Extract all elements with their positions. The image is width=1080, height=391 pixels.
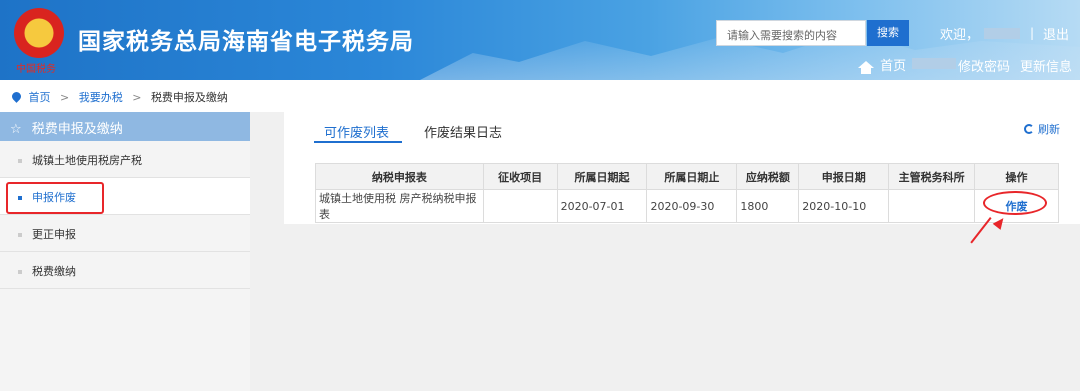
masked-username xyxy=(984,28,1020,39)
refresh-button[interactable]: 刷新 xyxy=(1024,121,1060,137)
masked-info xyxy=(912,58,956,69)
bullet-icon xyxy=(18,270,22,274)
table-header-row: 纳税申报表 征收项目 所属日期起 所属日期止 应纳税额 申报日期 主管税务科所 … xyxy=(315,163,1059,190)
tab-void-log[interactable]: 作废结果日志 xyxy=(424,122,502,141)
search-button[interactable]: 搜索 xyxy=(867,20,909,46)
tab-voidable-list[interactable]: 可作废列表 xyxy=(324,122,389,141)
sidebar-item-payment[interactable]: 税费缴纳 xyxy=(0,252,250,289)
col-action: 操作 xyxy=(974,163,1059,190)
cell-date-to: 2020-09-30 xyxy=(646,189,738,223)
tax-emblem-icon xyxy=(14,8,64,58)
welcome-text: 欢迎， xyxy=(940,28,980,43)
voidable-table: 纳税申报表 征收项目 所属日期起 所属日期止 应纳税额 申报日期 主管税务科所 … xyxy=(315,163,1059,223)
col-date-from: 所属日期起 xyxy=(556,163,648,190)
home-icon xyxy=(858,61,874,74)
change-password-link[interactable]: 修改密码 xyxy=(958,56,1010,75)
home-label: 首页 xyxy=(880,59,907,74)
update-info-link[interactable]: 更新信息 xyxy=(1020,56,1072,75)
cell-office xyxy=(888,189,976,223)
sidebar-item-label: 城镇土地使用税房产税 xyxy=(32,154,142,167)
sidebar-title: 税费申报及缴纳 xyxy=(31,122,123,137)
breadcrumb-home[interactable]: 首页 xyxy=(29,91,51,104)
breadcrumb-arrow: > xyxy=(60,91,70,104)
col-item: 征收项目 xyxy=(482,163,558,190)
refresh-label: 刷新 xyxy=(1038,123,1060,136)
cell-action: 作废 xyxy=(974,189,1059,223)
sidebar-header[interactable]: ☆ 税费申报及缴纳 xyxy=(0,112,250,141)
breadcrumb-level1[interactable]: 我要办税 xyxy=(79,91,123,104)
breadcrumb-current: 税费申报及缴纳 xyxy=(150,91,228,104)
sidebar-item-label: 税费缴纳 xyxy=(32,265,76,278)
site-title: 国家税务总局海南省电子税务局 xyxy=(78,29,414,55)
sidebar-item-land-tax[interactable]: 城镇土地使用税房产税 xyxy=(0,141,250,178)
table-row: 城镇土地使用税 房产税纳税申报表 2020-07-01 2020-09-30 1… xyxy=(315,189,1059,223)
col-office: 主管税务科所 xyxy=(888,163,976,190)
location-pin-icon xyxy=(10,90,23,103)
sidebar-item-correction[interactable]: 更正申报 xyxy=(0,215,250,252)
sidebar-highlight-annotation xyxy=(6,182,104,214)
col-tax: 应纳税额 xyxy=(736,163,800,190)
site-header: 中国税务 国家税务总局海南省电子税务局 请输入需要搜索的内容 搜索 欢迎， | … xyxy=(0,0,1080,80)
cell-item xyxy=(482,189,558,223)
cell-declare-date: 2020-10-10 xyxy=(798,189,890,223)
refresh-icon xyxy=(1024,124,1034,134)
bullet-icon xyxy=(18,233,22,237)
star-icon: ☆ xyxy=(10,122,22,137)
main-panel: 可作废列表 作废结果日志 刷新 纳税申报表 征收项目 所属日期起 所属日期止 应… xyxy=(284,112,1080,224)
col-form: 纳税申报表 xyxy=(315,163,484,190)
cell-tax: 1800 xyxy=(736,189,800,223)
home-link[interactable]: 首页 xyxy=(858,55,906,74)
header-separator: | xyxy=(1030,26,1035,40)
breadcrumb: 首页 > 我要办税 > 税费申报及缴纳 xyxy=(0,80,1080,112)
search-input[interactable]: 请输入需要搜索的内容 xyxy=(716,20,866,46)
bullet-icon xyxy=(18,159,22,163)
active-tab-underline xyxy=(314,141,402,143)
action-highlight-annotation xyxy=(983,191,1048,215)
emblem-text: 中国税务 xyxy=(16,64,56,75)
sidebar: ☆ 税费申报及缴纳 城镇土地使用税房产税 申报作废 更正申报 税费缴纳 xyxy=(0,112,250,391)
breadcrumb-arrow: > xyxy=(132,91,142,104)
logout-link[interactable]: 退出 xyxy=(1043,24,1069,43)
cell-form: 城镇土地使用税 房产税纳税申报表 xyxy=(315,189,484,223)
cell-date-from: 2020-07-01 xyxy=(556,189,648,223)
col-declare-date: 申报日期 xyxy=(798,163,890,190)
col-date-to: 所属日期止 xyxy=(646,163,738,190)
sidebar-item-label: 更正申报 xyxy=(32,228,76,241)
